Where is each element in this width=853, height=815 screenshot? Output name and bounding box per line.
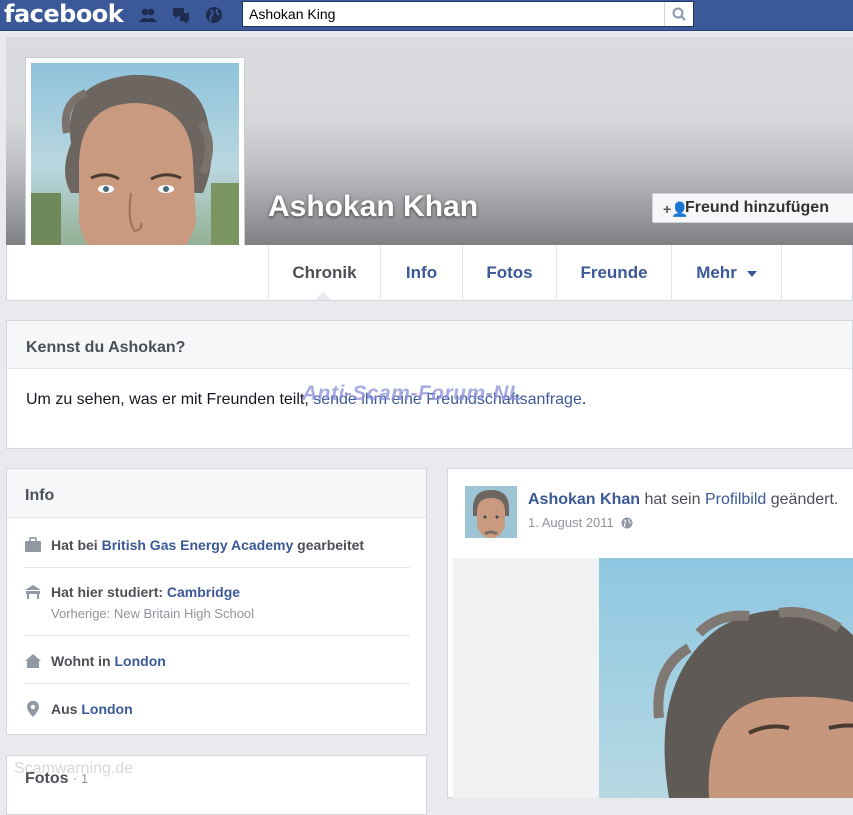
post-meta: 1. August 2011: [528, 515, 633, 530]
add-friend-button[interactable]: +👤 Freund hinzufügen: [652, 193, 853, 223]
author-avatar[interactable]: [465, 486, 517, 538]
info-study-prefix: Hat hier studiert:: [51, 584, 167, 600]
post-headline: Ashokan Khan hat sein Profilbild geänder…: [528, 491, 838, 509]
know-person-header: Kennst du Ashokan?: [7, 321, 852, 369]
globe-icon: [621, 517, 633, 529]
hometown-link[interactable]: London: [81, 701, 132, 717]
profile-photo-image: [31, 63, 239, 271]
chevron-down-icon: [746, 270, 757, 277]
info-work-text: Hat bei British Gas Energy Academy gearb…: [51, 537, 364, 553]
notifications-globe-icon[interactable]: [205, 6, 223, 24]
post-action-before: hat sein: [640, 491, 705, 508]
divider: [24, 635, 410, 636]
search-button[interactable]: [664, 2, 693, 26]
info-card: Info Hat bei British Gas Energy Academy …: [6, 468, 427, 735]
timeline-post: Ashokan Khan hat sein Profilbild geänder…: [447, 468, 853, 798]
post-date[interactable]: 1. August 2011: [528, 515, 614, 530]
info-from-prefix: Aus: [51, 701, 82, 717]
top-bar: facebook: [0, 0, 853, 31]
tab-fotos[interactable]: Fotos: [462, 245, 556, 300]
messages-icon[interactable]: [172, 6, 190, 24]
info-lives-prefix: Wohnt in: [51, 653, 115, 669]
info-lives-text: Wohnt in London: [51, 653, 166, 669]
briefcase-icon: [25, 537, 41, 552]
info-previous-school: Vorherige: New Britain High School: [51, 606, 255, 621]
school-icon: [25, 585, 41, 599]
profile-name: Ashokan Khan: [268, 190, 479, 223]
tab-mehr[interactable]: Mehr: [671, 245, 782, 300]
add-friend-icon: +👤: [663, 201, 689, 217]
tab-mehr-label: Mehr: [696, 263, 737, 282]
search-input[interactable]: [243, 2, 669, 26]
post-action-after: geändert.: [766, 491, 839, 508]
current-city-link[interactable]: London: [115, 653, 166, 669]
know-person-text-after: .: [581, 391, 587, 408]
friend-requests-icon[interactable]: [139, 6, 157, 24]
know-person-title: Kennst du Ashokan?: [26, 339, 186, 356]
info-work-suffix: gearbeitet: [293, 537, 365, 553]
info-header: Info: [7, 469, 426, 518]
search-icon: [672, 7, 686, 21]
home-icon: [25, 654, 41, 668]
tab-info[interactable]: Info: [380, 245, 462, 300]
footer-watermark: Scamwarning.de: [14, 760, 134, 777]
divider: [24, 683, 410, 684]
tab-fotos-label: Fotos: [486, 263, 533, 282]
post-author-link[interactable]: Ashokan Khan: [528, 491, 640, 508]
tab-chronik-label: Chronik: [292, 263, 357, 282]
tab-freunde-label: Freunde: [580, 263, 648, 282]
profile-picture[interactable]: [25, 57, 245, 277]
post-photo[interactable]: [599, 558, 853, 798]
location-pin-icon: [27, 701, 39, 717]
info-from-text: Aus London: [51, 701, 133, 717]
info-work-prefix: Hat bei: [51, 537, 102, 553]
search-box: [242, 1, 694, 27]
divider: [24, 567, 410, 568]
know-person-text-before: Um zu sehen, was er mit Freunden teilt,: [26, 391, 314, 408]
tab-info-label: Info: [405, 263, 438, 282]
facebook-logo[interactable]: facebook: [4, 0, 124, 28]
employer-link[interactable]: British Gas Energy Academy: [102, 537, 294, 553]
post-photo-container: [453, 558, 853, 798]
profile-picture-link[interactable]: Profilbild: [705, 491, 766, 508]
info-title: Info: [25, 487, 55, 504]
tab-freunde[interactable]: Freunde: [556, 245, 671, 300]
add-friend-label: Freund hinzufügen: [685, 199, 829, 216]
active-tab-indicator: [315, 292, 331, 300]
watermark-text: Anti-Scam-Forum-NL: [302, 382, 523, 405]
info-study-text: Hat hier studiert: Cambridge: [51, 584, 240, 600]
school-link[interactable]: Cambridge: [167, 584, 240, 600]
